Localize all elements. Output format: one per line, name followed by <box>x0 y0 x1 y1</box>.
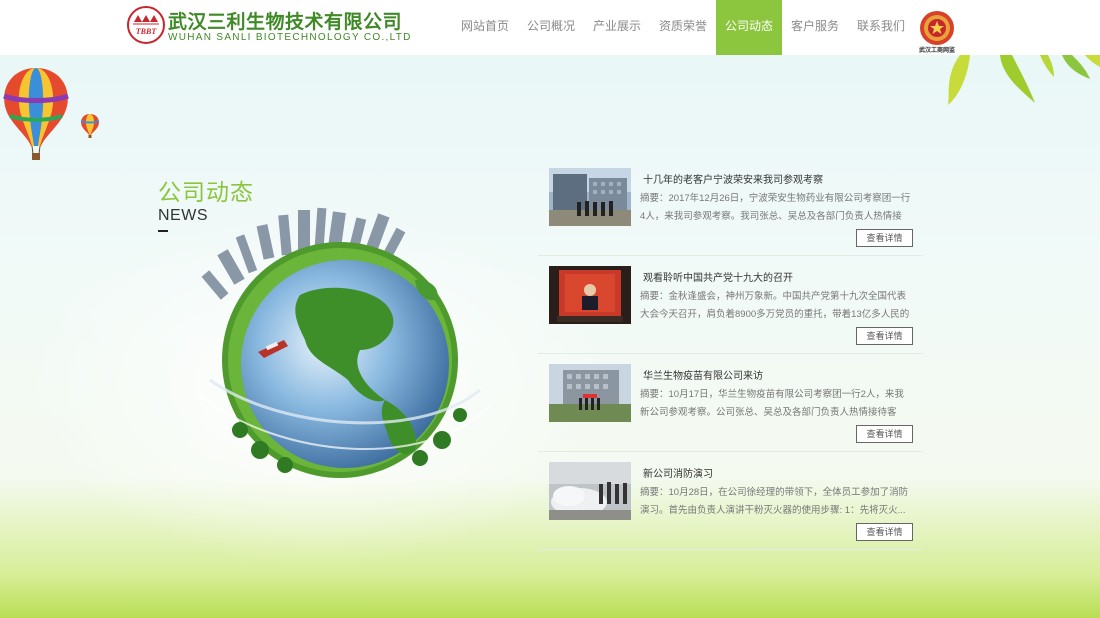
news-summary: 摘要：10月28日，在公司徐经理的带领下，全体员工参加了消防演习。首先由负责人演… <box>640 487 909 516</box>
news-item[interactable]: 华兰生物疫苗有限公司来访 摘要：10月17日，华兰生物疫苗有限公司考察团一行2人… <box>538 354 923 452</box>
news-item[interactable]: 观看聆听中国共产党十九大的召开 摘要：金秋逢盛会，神州万象新。中国共产党第十九次… <box>538 256 923 354</box>
news-list: 十几年的老客户宁波荣安来我司参观考察 摘要：2017年12月26日，宁波荣安生物… <box>538 158 923 550</box>
nav-item-service[interactable]: 客户服务 <box>782 0 848 55</box>
main-nav: 网站首页 公司概况 产业展示 资质荣誉 公司动态 客户服务 联系我们 <box>452 0 914 55</box>
news-summary: 摘要：2017年12月26日，宁波荣安生物药业有限公司考察团一行4人，来我司参观… <box>640 193 911 222</box>
news-thumbnail-fire-drill[interactable] <box>549 462 631 520</box>
news-item[interactable]: 新公司消防演习 摘要：10月28日，在公司徐经理的带领下，全体员工参加了消防演习… <box>538 452 923 550</box>
view-details-button[interactable]: 查看详情 <box>856 327 913 345</box>
site-header: TBBT 武汉三利生物技术有限公司 WUHAN SANLI BIOTECHNOL… <box>0 0 1100 55</box>
company-logo-icon[interactable]: TBBT <box>127 6 165 44</box>
company-name-cn[interactable]: 武汉三利生物技术有限公司 <box>168 7 402 34</box>
nav-item-contact[interactable]: 联系我们 <box>848 0 914 55</box>
hot-air-balloon-icon <box>3 68 69 160</box>
view-details-button[interactable]: 查看详情 <box>856 229 913 247</box>
view-details-button[interactable]: 查看详情 <box>856 523 913 541</box>
news-thumbnail-visit[interactable] <box>549 364 631 422</box>
leaves-decoration-icon <box>948 55 1100 105</box>
section-divider <box>158 230 168 232</box>
company-name-en: WUHAN SANLI BIOTECHNOLOGY CO.,LTD <box>168 32 412 43</box>
badge-label: 武汉工商网监 <box>918 47 955 54</box>
nav-item-products[interactable]: 产业展示 <box>584 0 650 55</box>
news-summary: 摘要：10月17日，华兰生物疫苗有限公司考察团一行2人，来我新公司参观考察。公司… <box>640 389 904 418</box>
news-title[interactable]: 新公司消防演习 <box>643 465 713 480</box>
nav-item-news[interactable]: 公司动态 <box>716 0 782 55</box>
globe-city-illustration <box>199 207 491 478</box>
news-title[interactable]: 十几年的老客户宁波荣安来我司参观考察 <box>643 171 823 186</box>
news-thumbnail-building[interactable] <box>549 168 631 226</box>
news-item[interactable]: 十几年的老客户宁波荣安来我司参观考察 摘要：2017年12月26日，宁波荣安生物… <box>538 158 923 256</box>
view-details-button[interactable]: 查看详情 <box>856 425 913 443</box>
news-thumbnail-congress[interactable] <box>549 266 631 324</box>
logo-mark-text: TBBT <box>136 27 158 36</box>
nav-item-home[interactable]: 网站首页 <box>452 0 518 55</box>
news-title[interactable]: 观看聆听中国共产党十九大的召开 <box>643 269 793 284</box>
nav-item-about[interactable]: 公司概况 <box>518 0 584 55</box>
news-title[interactable]: 华兰生物疫苗有限公司来访 <box>643 367 763 382</box>
news-summary: 摘要：金秋逢盛会，神州万象新。中国共产党第十九次全国代表大会今天召开，肩负着89… <box>640 291 910 320</box>
nav-item-honors[interactable]: 资质荣誉 <box>650 0 716 55</box>
small-balloon-icon <box>80 114 100 138</box>
